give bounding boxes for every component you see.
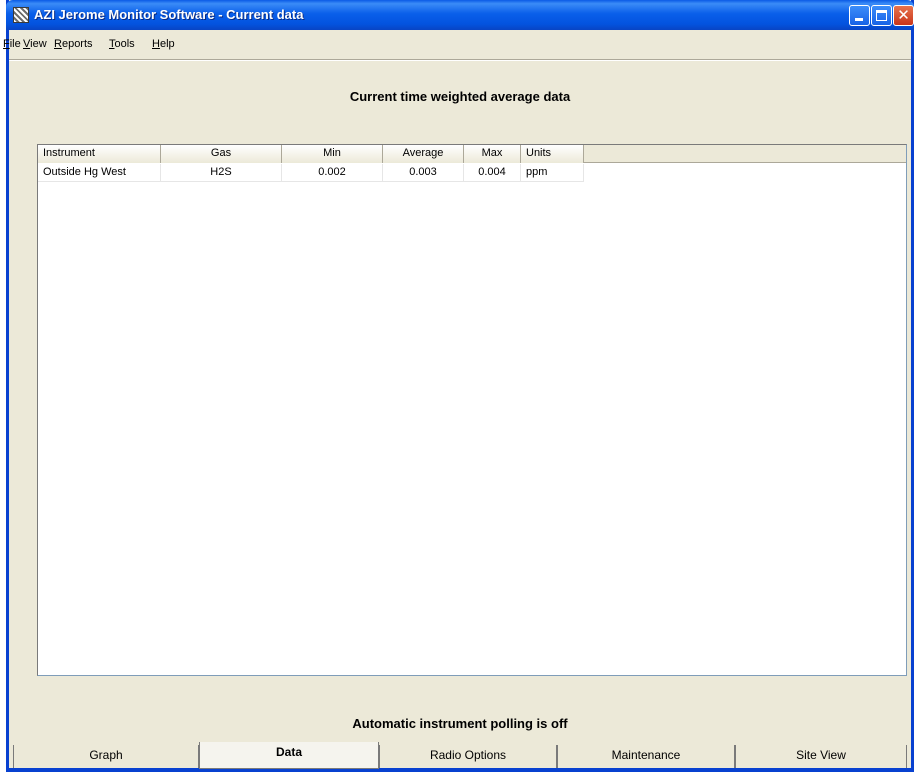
main-window: AZI Jerome Monitor Software - Current da… (3, 0, 914, 772)
maximize-icon (876, 10, 887, 21)
close-button[interactable]: ✕ (893, 5, 914, 26)
minimize-icon (855, 18, 863, 21)
close-icon: ✕ (897, 6, 910, 24)
column-header-average[interactable]: Average (383, 145, 464, 163)
window-bottom-border (9, 768, 911, 772)
column-header-min[interactable]: Min (282, 145, 383, 163)
tab-site-view[interactable]: Site View (735, 745, 907, 769)
column-header-max[interactable]: Max (464, 145, 521, 163)
data-list-view[interactable]: Instrument Gas Min Average Max Units Out… (37, 144, 907, 676)
table-row[interactable]: Outside Hg West H2S 0.002 0.003 0.004 pp… (38, 164, 584, 182)
list-header: Instrument Gas Min Average Max Units (38, 145, 906, 163)
tab-strip: Graph Data Radio Options Maintenance Sit… (13, 742, 907, 769)
tab-graph[interactable]: Graph (13, 745, 199, 769)
menu-tools[interactable]: Tools (109, 38, 135, 50)
cell-units: ppm (521, 164, 584, 182)
polling-status: Automatic instrument polling is off (352, 716, 568, 731)
cell-max: 0.004 (464, 164, 521, 182)
menu-separator (9, 59, 911, 61)
column-header-units[interactable]: Units (521, 145, 584, 163)
cell-instrument: Outside Hg West (38, 164, 161, 182)
tab-radio-options[interactable]: Radio Options (379, 745, 557, 769)
maximize-button[interactable] (871, 5, 892, 26)
cell-min: 0.002 (282, 164, 383, 182)
page-heading: Current time weighted average data (349, 89, 571, 104)
menu-help[interactable]: Help (152, 38, 175, 50)
tab-data[interactable]: Data (199, 742, 379, 769)
menu-view[interactable]: View (23, 38, 47, 50)
title-bar[interactable]: AZI Jerome Monitor Software - Current da… (6, 0, 914, 30)
minimize-button[interactable] (849, 5, 870, 26)
tab-maintenance[interactable]: Maintenance (557, 745, 735, 769)
cell-gas: H2S (161, 164, 282, 182)
column-header-gas[interactable]: Gas (161, 145, 282, 163)
window-title: AZI Jerome Monitor Software - Current da… (34, 7, 304, 22)
cell-average: 0.003 (383, 164, 464, 182)
menu-bar: File View Reports Tools Help (3, 38, 911, 56)
menu-file[interactable]: File (3, 38, 21, 50)
app-icon[interactable] (13, 7, 29, 23)
menu-reports[interactable]: Reports (54, 38, 93, 50)
column-header-instrument[interactable]: Instrument (38, 145, 161, 163)
